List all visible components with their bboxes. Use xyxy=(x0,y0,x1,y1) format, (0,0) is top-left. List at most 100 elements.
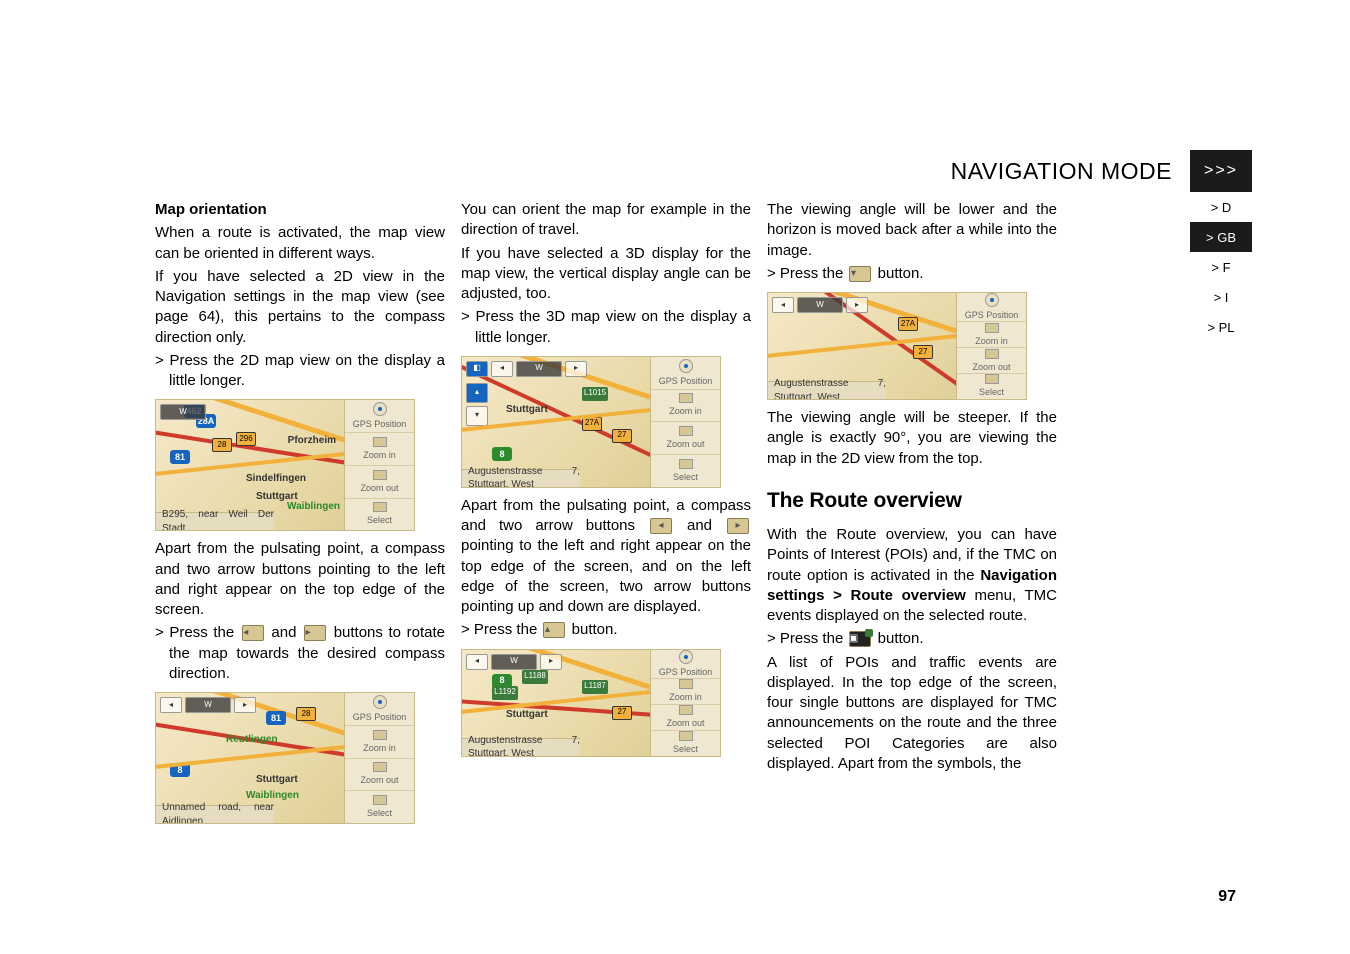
language-index: > D > GB > F > I > PL xyxy=(1190,192,1252,342)
status-bar-1: B295, near Weil Der Stadt xyxy=(156,512,274,530)
side-select-2: Select xyxy=(345,791,414,823)
arrow-up-icon: ▴ xyxy=(543,622,565,638)
tilt-down-btn: ▾ xyxy=(466,406,488,426)
col3-p3: The viewing angle will be steeper. If th… xyxy=(767,408,1057,469)
city-sindelfingen: Sindelfingen xyxy=(246,472,306,486)
select-icon-4 xyxy=(679,731,693,741)
map-figure-3d-steep: 27A 27 ◂ W ▸ Augustenstrasse 7, Stuttgar… xyxy=(767,292,1027,400)
compass-left-btn-4: ◂ xyxy=(466,654,488,670)
arrow-right-icon: ▸ xyxy=(304,625,326,641)
marker-a8-3: 8 xyxy=(492,447,512,461)
compass-row-5: ◂ W ▸ xyxy=(772,297,868,313)
zoomin-icon-4 xyxy=(679,679,693,689)
side-zoomin-4: Zoom in xyxy=(651,679,720,705)
marker-27: 27 xyxy=(612,429,632,443)
marker-l1188: L1188 xyxy=(522,670,548,684)
lang-gb: > GB xyxy=(1190,222,1252,252)
select-icon-3 xyxy=(679,459,693,469)
marker-a81-2: 81 xyxy=(266,711,286,725)
gps-icon-5 xyxy=(985,293,999,307)
side-select-5: Select xyxy=(957,374,1026,399)
zoomout-icon-2 xyxy=(373,762,387,772)
zoomin-icon-5 xyxy=(985,323,999,333)
compass-right-btn: ▸ xyxy=(234,697,256,713)
col1-p2: If you have selected a 2D view in the Na… xyxy=(155,267,445,348)
status-bar-2: Unnamed road, near Aidlingen xyxy=(156,805,274,823)
side-zoomout-5: Zoom out xyxy=(957,348,1026,374)
side-gps-4: GPS Position xyxy=(651,650,720,679)
map-3d-canvas: 8 L1015 27A 27 Stuttgart ◧ ◂ W ▸ ▴ ▾ Aug… xyxy=(462,357,650,487)
zoomout-icon-3 xyxy=(679,426,693,436)
column-3: The viewing angle will be lower and the … xyxy=(767,200,1057,832)
compass-row-1: W xyxy=(160,404,206,420)
side-select-4: Select xyxy=(651,731,720,756)
compass-display-1: W xyxy=(160,404,206,420)
side-gps-3: GPS Position xyxy=(651,357,720,390)
compass-right-btn-4: ▸ xyxy=(540,654,562,670)
city-stuttgart-4: Stuttgart xyxy=(506,708,548,722)
side-select-3: Select xyxy=(651,455,720,487)
side-select-1: Select xyxy=(345,499,414,531)
marker-a8-2: 8 xyxy=(170,763,190,777)
map-rot-sidebar: GPS Position Zoom in Zoom out Select xyxy=(344,693,414,823)
route-overview-icon: ▣ xyxy=(849,631,871,647)
city-stuttgart-2: Stuttgart xyxy=(256,773,298,787)
marker-a81: 81 xyxy=(170,450,190,464)
col1-p1: When a route is activated, the map view … xyxy=(155,223,445,264)
lang-f: > F xyxy=(1190,252,1252,282)
compass-left-btn: ◂ xyxy=(160,697,182,713)
side-gps-5: GPS Position xyxy=(957,293,1026,322)
marker-27-4: 27 xyxy=(612,706,632,720)
map-2d-sidebar: GPS Position Zoom in Zoom out Select xyxy=(344,400,414,530)
zoomin-icon xyxy=(373,437,387,447)
content-columns: Map orientation When a route is activate… xyxy=(155,200,1060,832)
arrow-left-icon: ◂ xyxy=(242,625,264,641)
map-3d-steep-sidebar: GPS Position Zoom in Zoom out Select xyxy=(956,293,1026,399)
select-icon-2 xyxy=(373,795,387,805)
zoomout-icon xyxy=(373,470,387,480)
gps-icon-4 xyxy=(679,650,693,664)
col3-p5: > Press the ▣ button. xyxy=(767,629,1057,649)
map-figure-3d-low: 8 L1188 L1192 L1187 27 Stuttgart ◂ W ▸ A… xyxy=(461,649,721,757)
map-3d-low-sidebar: GPS Position Zoom in Zoom out Select xyxy=(650,650,720,756)
side-zoomin-3: Zoom in xyxy=(651,390,720,423)
status-bar-3: Augustenstrasse 7, Stuttgart, West xyxy=(462,469,580,487)
compass-row-2: ◂ W ▸ xyxy=(160,697,256,713)
compass-tilt-indicator: ◧ xyxy=(466,361,488,377)
map-3d-low-canvas: 8 L1188 L1192 L1187 27 Stuttgart ◂ W ▸ A… xyxy=(462,650,650,756)
col2-p3: > Press the 3D map view on the display a… xyxy=(461,307,751,348)
compass-right-btn-3: ▸ xyxy=(565,361,587,377)
zoomin-icon-3 xyxy=(679,393,693,403)
lang-i: > I xyxy=(1190,282,1252,312)
side-zoomout-4: Zoom out xyxy=(651,705,720,731)
gps-icon xyxy=(373,402,387,416)
compass-display-5: W xyxy=(797,297,843,313)
col3-p6: A list of POIs and traffic events are di… xyxy=(767,653,1057,775)
marker-l1192: L1192 xyxy=(492,686,518,700)
heading-route-overview: The Route overview xyxy=(767,487,1057,515)
marker-y28-2: 28 xyxy=(296,707,316,721)
gps-icon-3 xyxy=(679,359,693,373)
compass-display-2: W xyxy=(185,697,231,713)
map-figure-3d: 8 L1015 27A 27 Stuttgart ◧ ◂ W ▸ ▴ ▾ Aug… xyxy=(461,356,721,488)
select-icon-5 xyxy=(985,374,999,384)
arrow-down-icon: ▾ xyxy=(849,266,871,282)
compass-right-btn-5: ▸ xyxy=(846,297,868,313)
map-3d-steep-canvas: 27A 27 ◂ W ▸ Augustenstrasse 7, Stuttgar… xyxy=(768,293,956,399)
compass-display-4: W xyxy=(491,654,537,670)
marker-y28: 28 xyxy=(212,438,232,452)
col2-p2: If you have selected a 3D display for th… xyxy=(461,244,751,305)
marker-y296: 296 xyxy=(236,432,256,446)
compass-display-3: W xyxy=(516,361,562,377)
marker-27a: 27A xyxy=(582,417,602,431)
side-zoomin-5: Zoom in xyxy=(957,322,1026,348)
column-2: You can orient the map for example in th… xyxy=(461,200,751,832)
header-arrows: >>> xyxy=(1204,162,1238,180)
marker-l1187: L1187 xyxy=(582,680,608,694)
map-2d-canvas: 81 28A 462 296 28 Pforzheim Sindelfingen… xyxy=(156,400,344,530)
col3-p1: The viewing angle will be lower and the … xyxy=(767,200,1057,261)
page-number: 97 xyxy=(1218,888,1236,906)
column-1: Map orientation When a route is activate… xyxy=(155,200,445,832)
page-header: NAVIGATION MODE xyxy=(951,150,1190,192)
side-zoomin-1: Zoom in xyxy=(345,433,414,466)
